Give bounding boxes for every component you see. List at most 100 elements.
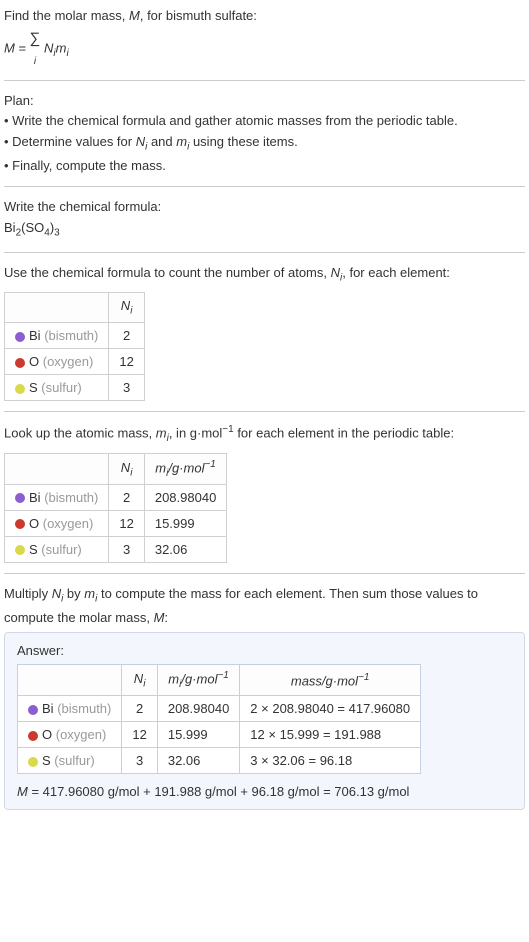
table-row: S (sulfur) 3 32.06 <box>5 536 227 562</box>
mass-exp: −1 <box>222 424 233 435</box>
element-dot <box>15 545 25 555</box>
count-block: Use the chemical formula to count the nu… <box>4 263 525 401</box>
element-dot <box>28 757 38 767</box>
n-cell: 12 <box>122 722 157 748</box>
table-row: S (sulfur) 3 <box>5 375 145 401</box>
table-row: Bi (bismuth) 2 208.98040 <box>5 484 227 510</box>
count-post: , for each element: <box>342 265 450 280</box>
prompt-var: M <box>129 8 140 23</box>
element-cell: S (sulfur) <box>18 748 122 774</box>
table-row: Bi (bismuth) 2 <box>5 323 145 349</box>
th-n: Ni <box>109 293 144 323</box>
element-cell: Bi (bismuth) <box>5 484 109 510</box>
el-name: (oxygen) <box>43 354 94 369</box>
th-m: mi/g·mol−1 <box>157 665 239 696</box>
mass-cell: 2 × 208.98040 = 417.96080 <box>240 696 421 722</box>
el-name: (bismuth) <box>44 490 98 505</box>
th-n-sym: N <box>134 671 143 686</box>
outer-sub: 3 <box>54 228 60 239</box>
th-m-unit: /g·mol <box>168 460 204 475</box>
plan2-and: and <box>147 134 176 149</box>
th-empty <box>5 453 109 484</box>
element-dot <box>15 358 25 368</box>
th-mass-exp: −1 <box>358 672 369 683</box>
m-cell: 208.98040 <box>144 484 226 510</box>
th-mass-pre: mass/g·mol <box>291 673 358 688</box>
plan-line-3: • Finally, compute the mass. <box>4 156 525 177</box>
mass-mid: , in g·mol <box>169 425 222 440</box>
el-name: (sulfur) <box>54 753 94 768</box>
th-empty <box>18 665 122 696</box>
mult-post: : <box>164 610 168 625</box>
el-name: (sulfur) <box>41 542 81 557</box>
el-sym: O <box>42 727 52 742</box>
mass-m: m <box>156 425 167 440</box>
n-cell: 3 <box>109 536 144 562</box>
eq-n: N <box>40 40 53 55</box>
eq-m-sub: i <box>66 48 68 59</box>
answer-box: Answer: Ni mi/g·mol−1 mass/g·mol−1 Bi (b… <box>4 632 525 810</box>
el-name: (bismuth) <box>57 701 111 716</box>
plan-header: Plan: <box>4 91 525 112</box>
m-cell: 32.06 <box>144 536 226 562</box>
n-cell: 12 <box>109 349 144 375</box>
multiply-text: Multiply Ni by mi to compute the mass fo… <box>4 584 525 628</box>
chemical-formula: Bi2(SO4)3 <box>4 218 525 242</box>
plan-block: Plan: • Write the chemical formula and g… <box>4 91 525 177</box>
element-dot <box>15 332 25 342</box>
table-row: Bi (bismuth) 2 208.98040 2 × 208.98040 =… <box>18 696 421 722</box>
mult-pre: Multiply <box>4 586 52 601</box>
table-header-row: Ni <box>5 293 145 323</box>
el-sym: Bi <box>42 701 54 716</box>
el-sym: Bi <box>29 328 41 343</box>
element-cell: Bi (bismuth) <box>18 696 122 722</box>
eq-m: m <box>56 40 67 55</box>
element-cell: Bi (bismuth) <box>5 323 109 349</box>
el-name: (bismuth) <box>44 328 98 343</box>
el-sym: O <box>29 354 39 369</box>
element-dot <box>15 493 25 503</box>
th-n-sym: N <box>121 460 130 475</box>
mass-cell: 12 × 15.999 = 191.988 <box>240 722 421 748</box>
th-n-sub: i <box>130 306 132 317</box>
formula-block: Write the chemical formula: Bi2(SO4)3 <box>4 197 525 241</box>
divider <box>4 80 525 81</box>
element-dot <box>28 731 38 741</box>
mass-header: Look up the atomic mass, mi, in g·mol−1 … <box>4 422 525 447</box>
n-cell: 3 <box>109 375 144 401</box>
mass-block: Look up the atomic mass, mi, in g·mol−1 … <box>4 422 525 563</box>
el-sym: S <box>42 753 51 768</box>
el-sym: Bi <box>29 490 41 505</box>
element-cell: O (oxygen) <box>5 349 109 375</box>
th-n-sub: i <box>143 679 145 690</box>
mult-n: N <box>52 586 61 601</box>
element-dot <box>15 519 25 529</box>
n-cell: 3 <box>122 748 157 774</box>
molar-mass-eq: M = ∑i Nimi <box>4 28 525 70</box>
m-cell: 32.06 <box>157 748 239 774</box>
final-rest: = 417.96080 g/mol + 191.988 g/mol + 96.1… <box>28 784 410 799</box>
plan2-n: N <box>136 134 145 149</box>
table-row: S (sulfur) 3 32.06 3 × 32.06 = 96.18 <box>18 748 421 774</box>
mult-m: m <box>84 586 95 601</box>
th-n: Ni <box>122 665 157 696</box>
plan-line-2: • Determine values for Ni and mi using t… <box>4 132 525 156</box>
so: (SO <box>21 220 44 235</box>
summation: ∑i <box>30 28 41 70</box>
plan-line-1: • Write the chemical formula and gather … <box>4 111 525 132</box>
th-m: mi/g·mol−1 <box>144 453 226 484</box>
mass-pre: Look up the atomic mass, <box>4 425 156 440</box>
final-var: M <box>17 784 28 799</box>
plan2-m: m <box>176 134 187 149</box>
mass-post: for each element in the periodic table: <box>234 425 454 440</box>
count-pre: Use the chemical formula to count the nu… <box>4 265 331 280</box>
mult-var: M <box>154 610 165 625</box>
n-cell: 12 <box>109 510 144 536</box>
el-name: (oxygen) <box>56 727 107 742</box>
table-header-row: Ni mi/g·mol−1 <box>5 453 227 484</box>
table-row: O (oxygen) 12 <box>5 349 145 375</box>
prompt-pre: Find the molar mass, <box>4 8 129 23</box>
th-mass: mass/g·mol−1 <box>240 665 421 696</box>
element-cell: S (sulfur) <box>5 536 109 562</box>
sigma-sym: ∑ <box>30 30 41 47</box>
